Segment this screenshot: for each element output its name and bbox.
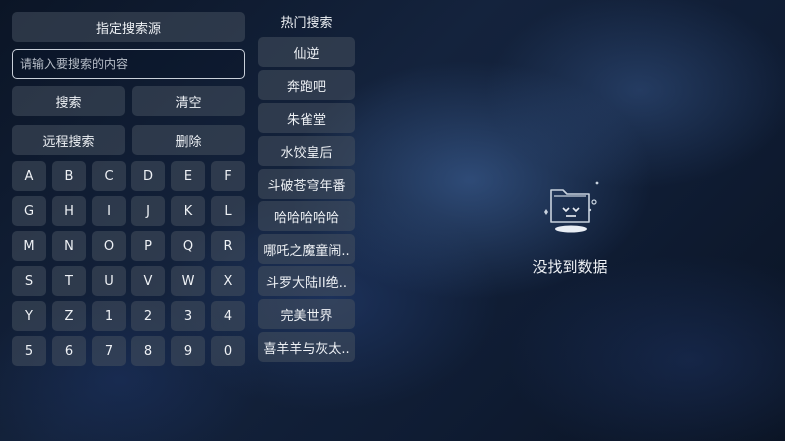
hot-search-item[interactable]: 哪吒之魔童闹..	[258, 234, 355, 264]
key[interactable]: 7	[92, 336, 126, 366]
key[interactable]: L	[211, 196, 245, 226]
key[interactable]: H	[52, 196, 86, 226]
key[interactable]: J	[131, 196, 165, 226]
key[interactable]: I	[92, 196, 126, 226]
key[interactable]: K	[171, 196, 205, 226]
key[interactable]: E	[171, 161, 205, 191]
delete-button[interactable]: 删除	[132, 125, 245, 155]
hot-search-item[interactable]: 朱雀堂	[258, 103, 355, 133]
remote-search-button[interactable]: 远程搜索	[12, 125, 125, 155]
search-button[interactable]: 搜索	[12, 86, 125, 116]
hot-search-item[interactable]: 水饺皇后	[258, 136, 355, 166]
clear-button[interactable]: 清空	[132, 86, 245, 116]
key[interactable]: O	[92, 231, 126, 261]
hot-search-item[interactable]: 奔跑吧	[258, 70, 355, 100]
key[interactable]: Y	[12, 301, 46, 331]
empty-state-message: 没找到数据	[532, 258, 608, 276]
key[interactable]: 9	[171, 336, 205, 366]
key[interactable]: B	[52, 161, 86, 191]
key[interactable]: F	[211, 161, 245, 191]
key[interactable]: X	[211, 266, 245, 296]
hot-search-item[interactable]: 斗罗大陆II绝..	[258, 266, 355, 296]
key[interactable]: M	[12, 231, 46, 261]
key[interactable]: 1	[92, 301, 126, 331]
key[interactable]: T	[52, 266, 86, 296]
key[interactable]: U	[92, 266, 126, 296]
key[interactable]: 6	[52, 336, 86, 366]
key[interactable]: C	[92, 161, 126, 191]
hot-search-item[interactable]: 哈哈哈哈哈	[258, 201, 355, 231]
key[interactable]: S	[12, 266, 46, 296]
hot-search-item[interactable]: 完美世界	[258, 299, 355, 329]
key[interactable]: 5	[12, 336, 46, 366]
key[interactable]: 0	[211, 336, 245, 366]
key[interactable]: 4	[211, 301, 245, 331]
hot-search-item[interactable]: 斗破苍穹年番	[258, 169, 355, 199]
search-input[interactable]	[12, 49, 245, 79]
key[interactable]: W	[171, 266, 205, 296]
key[interactable]: R	[211, 231, 245, 261]
key[interactable]: N	[52, 231, 86, 261]
key[interactable]: D	[131, 161, 165, 191]
hot-search-title: 热门搜索	[280, 16, 333, 31]
key[interactable]: 3	[171, 301, 205, 331]
hot-search-item[interactable]: 仙逆	[258, 37, 355, 67]
key[interactable]: 8	[131, 336, 165, 366]
empty-folder-icon	[531, 176, 611, 236]
key[interactable]: V	[131, 266, 165, 296]
key[interactable]: P	[131, 231, 165, 261]
key[interactable]: A	[12, 161, 46, 191]
key[interactable]: Z	[52, 301, 86, 331]
key[interactable]: G	[12, 196, 46, 226]
key[interactable]: Q	[171, 231, 205, 261]
key[interactable]: 2	[131, 301, 165, 331]
hot-search-item[interactable]: 喜羊羊与灰太..	[258, 332, 355, 362]
source-button[interactable]: 指定搜索源	[12, 12, 245, 42]
